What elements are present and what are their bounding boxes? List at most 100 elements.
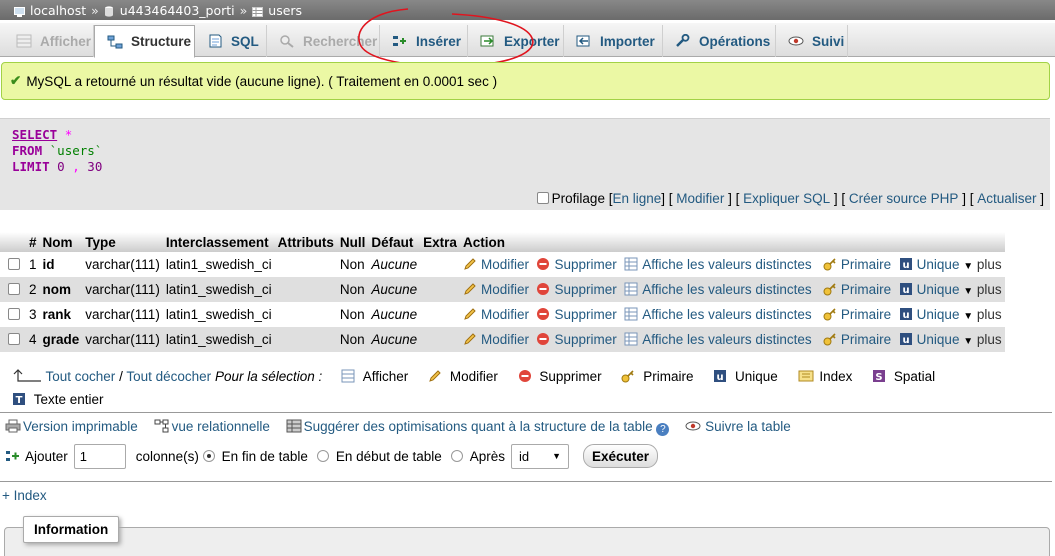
print-view-link[interactable]: Version imprimable	[5, 419, 138, 434]
tab-structure[interactable]: Structure	[94, 25, 195, 58]
field-attributes	[274, 252, 337, 277]
edit-field-link[interactable]: Modifier	[463, 332, 529, 347]
column-header: Extra	[420, 232, 460, 252]
add-label: Ajouter	[25, 448, 68, 464]
table-browse-icon	[624, 332, 638, 346]
distinct-values-link[interactable]: Affiche les valeurs distinctes	[624, 257, 812, 272]
tab-bar: Afficher Structure SQL Rechercher Insére…	[0, 23, 1055, 58]
edit-field-link[interactable]: Modifier	[463, 307, 529, 322]
insert-row-icon	[392, 34, 408, 48]
uncheck-all-link[interactable]: Tout décocher	[126, 369, 211, 384]
primary-key-link[interactable]: Primaire	[823, 307, 891, 322]
field-type: varchar(111)	[82, 327, 163, 352]
after-radio[interactable]	[450, 450, 463, 462]
columns-label: colonne(s)	[135, 448, 199, 464]
help-icon[interactable]: ?	[656, 423, 670, 436]
bulk-edit-button[interactable]: Modifier	[428, 366, 498, 387]
bulk-browse-button[interactable]: Afficher	[341, 366, 408, 387]
primary-key-link[interactable]: Primaire	[823, 332, 891, 347]
row-checkbox[interactable]	[8, 333, 20, 345]
bulk-primary-button[interactable]: Primaire	[621, 366, 693, 387]
structure-icon	[107, 35, 123, 49]
more-dropdown[interactable]: ▼ plus	[963, 257, 1001, 272]
tab-label: Importer	[600, 33, 655, 49]
bulk-delete-button[interactable]: Supprimer	[518, 366, 602, 387]
after-label: Après	[469, 448, 506, 464]
key-icon	[823, 257, 837, 271]
row-checkbox[interactable]	[8, 283, 20, 295]
breadcrumb-server[interactable]: localhost	[30, 3, 86, 18]
bulk-spatial-button[interactable]: S Spatial	[872, 366, 935, 387]
tab-sql[interactable]: SQL	[195, 25, 267, 57]
sql-star: *	[64, 127, 73, 142]
edit-query-link[interactable]: Modifier	[676, 191, 724, 206]
unique-icon: u	[713, 368, 727, 383]
primary-label: Primaire	[840, 282, 892, 297]
at-end-radio[interactable]	[202, 450, 215, 462]
primary-key-link[interactable]: Primaire	[823, 257, 891, 272]
unique-link[interactable]: u Unique	[899, 307, 959, 322]
sql-select-keyword[interactable]: SELECT	[12, 127, 57, 142]
breadcrumb-separator: »	[239, 2, 248, 18]
distinct-values-link[interactable]: Affiche les valeurs distinctes	[624, 332, 812, 347]
after-field-select[interactable]: id ▼	[511, 443, 570, 469]
column-header: #	[26, 232, 40, 252]
tab-suivi[interactable]: Suivi	[776, 25, 848, 57]
distinct-values-link[interactable]: Affiche les valeurs distinctes	[624, 282, 812, 297]
explain-sql-link[interactable]: Expliquer SQL	[743, 191, 830, 206]
optimize-link[interactable]: Suggérer des optimisations quant à la st…	[286, 419, 670, 436]
delete-field-link[interactable]: Supprimer	[536, 282, 617, 297]
tab-importer[interactable]: Importer	[564, 25, 663, 57]
more-dropdown[interactable]: ▼ plus	[963, 332, 1001, 347]
table-row: 3 rank varchar(111) latin1_swedish_ci Non Auc…	[0, 302, 1005, 327]
row-checkbox[interactable]	[8, 308, 20, 320]
bulk-index-button[interactable]: Index	[798, 366, 852, 387]
bulk-fulltext-button[interactable]: T Texte entier	[12, 389, 104, 410]
refresh-link[interactable]: Actualiser	[977, 191, 1036, 206]
tab-rechercher[interactable]: Rechercher	[267, 25, 380, 57]
profiling-checkbox[interactable]	[536, 192, 549, 204]
pencil-icon	[463, 257, 477, 271]
check-all-link[interactable]: Tout cocher	[46, 369, 116, 384]
dropdown-arrow-icon: ▼	[963, 261, 974, 272]
unique-link[interactable]: u Unique	[899, 257, 959, 272]
bulk-unique-button[interactable]: u Unique	[713, 366, 778, 387]
tab-afficher[interactable]: Afficher	[4, 25, 94, 57]
create-php-link[interactable]: Créer source PHP	[849, 191, 959, 206]
tab-inserer[interactable]: Insérer	[380, 25, 468, 57]
breadcrumb-separator: »	[91, 2, 99, 18]
unique-link[interactable]: u Unique	[899, 282, 959, 297]
row-checkbox[interactable]	[8, 258, 20, 270]
unique-link[interactable]: u Unique	[899, 332, 959, 347]
more-dropdown[interactable]: ▼ plus	[963, 282, 1001, 297]
tab-exporter[interactable]: Exporter	[468, 25, 564, 57]
at-start-radio[interactable]	[316, 450, 329, 462]
add-index-link[interactable]: + Index	[2, 488, 47, 503]
delete-field-link[interactable]: Supprimer	[536, 332, 617, 347]
unique-icon: u	[899, 282, 913, 296]
relation-view-link[interactable]: vue relationnelle	[154, 419, 270, 434]
checkmark-icon: ✔	[10, 73, 22, 88]
breadcrumb-table[interactable]: users	[268, 3, 302, 18]
delete-field-link[interactable]: Supprimer	[536, 307, 617, 322]
track-table-link[interactable]: Suivre la table	[685, 419, 791, 434]
field-name: id	[39, 252, 83, 277]
after-field-value: id	[519, 448, 530, 464]
distinct-values-link[interactable]: Affiche les valeurs distinctes	[624, 307, 812, 322]
primary-key-link[interactable]: Primaire	[823, 282, 891, 297]
field-name: rank	[39, 302, 83, 327]
svg-text:u: u	[902, 260, 909, 271]
at-end-label: En fin de table	[221, 448, 308, 464]
edit-field-link[interactable]: Modifier	[463, 257, 529, 272]
column-header: Nom	[39, 232, 83, 252]
execute-button[interactable]: Exécuter	[583, 444, 659, 468]
tab-operations[interactable]: Opérations	[663, 25, 776, 57]
column-count-input[interactable]	[73, 443, 126, 469]
breadcrumb-database[interactable]: u443464403_porti	[120, 3, 235, 18]
inline-edit-link[interactable]: En ligne	[612, 191, 661, 206]
delete-field-link[interactable]: Supprimer	[536, 257, 617, 272]
success-message: ✔ MySQL a retourné un résultat vide (auc…	[1, 62, 1050, 100]
more-dropdown[interactable]: ▼ plus	[963, 307, 1001, 322]
import-icon	[576, 34, 592, 48]
edit-field-link[interactable]: Modifier	[463, 282, 529, 297]
